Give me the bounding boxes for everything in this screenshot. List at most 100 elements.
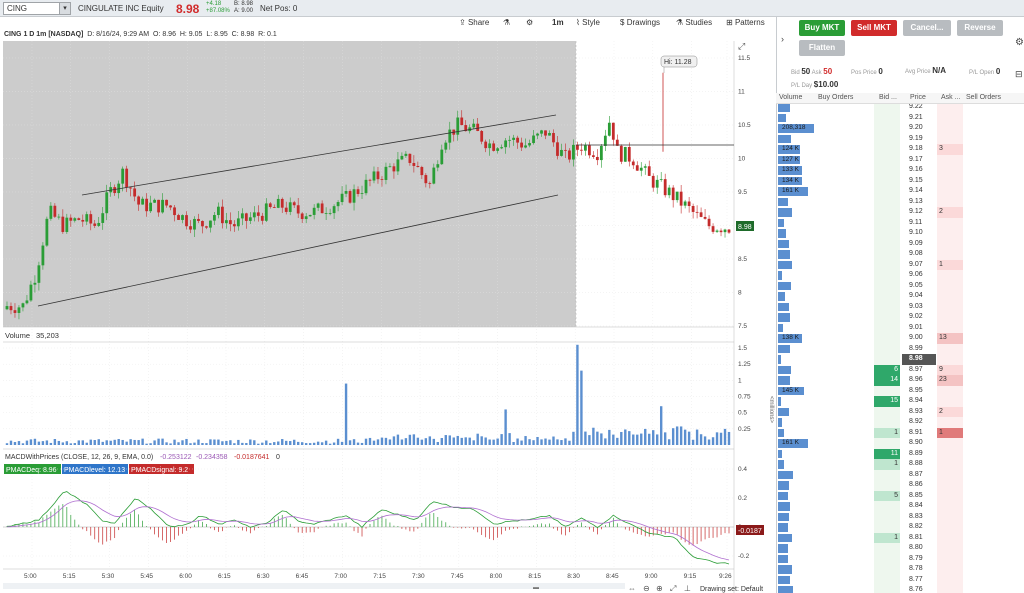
ladder-row[interactable]: 8.89 11 — [776, 448, 1024, 459]
price-cell[interactable]: 9.02 — [902, 312, 936, 323]
bid-cell[interactable] — [874, 133, 900, 144]
price-cell[interactable]: 9.01 — [902, 323, 936, 334]
ask-cell[interactable] — [937, 196, 963, 207]
ladder-row[interactable]: 8.94 15 — [776, 396, 1024, 407]
col-price[interactable]: Price — [910, 94, 926, 101]
timeframe-button[interactable]: 1m — [552, 17, 564, 29]
ladder-row[interactable]: 9.03 — [776, 301, 1024, 312]
price-cell[interactable]: 9.08 — [902, 249, 936, 260]
ladder-row[interactable]: 9.02 — [776, 312, 1024, 323]
ladder-row[interactable]: 8.79 — [776, 553, 1024, 565]
sell-market-button[interactable]: Sell MKT — [851, 20, 897, 36]
ask-cell[interactable] — [937, 312, 963, 323]
col-bid-size[interactable]: Bid ... — [879, 94, 897, 101]
price-cell[interactable]: 9.11 — [902, 218, 936, 229]
ask-cell[interactable] — [937, 511, 963, 522]
price-cell[interactable]: 8.84 — [902, 501, 936, 512]
gear-icon[interactable]: ⚙ — [526, 17, 533, 29]
studies-button[interactable]: ⚗ Studies — [676, 17, 712, 29]
bid-cell[interactable] — [874, 333, 900, 344]
price-cell[interactable]: 8.99 — [902, 344, 936, 355]
ask-cell[interactable] — [937, 238, 963, 249]
ladder-row[interactable]: 9.21 — [776, 112, 1024, 123]
zoom-icon[interactable]: ⤢ — [737, 41, 745, 51]
ladder-row[interactable]: 161 K 9.14 — [776, 186, 1024, 197]
ladder-row[interactable]: 9.06 — [776, 270, 1024, 281]
collapse-chevron-icon[interactable]: › — [781, 34, 784, 44]
price-cell[interactable]: 8.79 — [902, 554, 936, 565]
reverse-button[interactable]: Reverse — [957, 20, 1003, 36]
buy-market-button[interactable]: Buy MKT — [799, 20, 845, 36]
ladder-row[interactable]: 8.77 — [776, 574, 1024, 586]
ladder-row[interactable]: 8.99 — [776, 343, 1024, 355]
price-cell[interactable]: 9.10 — [902, 228, 936, 239]
ask-cell[interactable] — [937, 322, 963, 333]
ladder-row[interactable]: 9.10 — [776, 228, 1024, 239]
pan-icon[interactable]: ⇔ — [628, 584, 636, 593]
price-cell[interactable]: 9.05 — [902, 281, 936, 292]
ladder-row[interactable]: 8.80 — [776, 543, 1024, 554]
ladder-row[interactable]: 8.82 — [776, 522, 1024, 533]
price-cell[interactable]: 8.93 — [902, 407, 936, 418]
ask-cell[interactable] — [937, 104, 963, 113]
price-cell[interactable]: 8.81 — [902, 533, 936, 544]
drawings-button[interactable]: $ Drawings — [620, 17, 660, 29]
bid-cell[interactable] — [874, 406, 900, 417]
ask-cell[interactable] — [937, 112, 963, 123]
style-button[interactable]: ⌇ Style — [576, 17, 600, 29]
bid-cell[interactable] — [874, 322, 900, 333]
price-cell[interactable]: 9.19 — [902, 134, 936, 145]
ladder-row[interactable]: 161 K 8.90 — [776, 438, 1024, 449]
ladder-row[interactable]: 9.04 — [776, 291, 1024, 302]
bid-cell[interactable] — [874, 574, 900, 585]
price-cell[interactable]: 8.80 — [902, 543, 936, 554]
bid-cell[interactable] — [874, 112, 900, 123]
bid-cell[interactable] — [874, 501, 900, 512]
ladder-row[interactable]: 9.11 — [776, 217, 1024, 229]
ladder-row[interactable]: 145 K 8.95 — [776, 385, 1024, 396]
ladder-row[interactable]: 8.85 5 — [776, 490, 1024, 501]
bid-cell[interactable] — [874, 553, 900, 564]
share-button[interactable]: ⇪ Share — [459, 17, 489, 29]
bid-cell[interactable] — [874, 343, 900, 354]
bid-cell[interactable] — [874, 543, 900, 554]
ladder-row[interactable]: 9.01 — [776, 322, 1024, 334]
ladder-row[interactable]: 8.96 14 23 — [776, 375, 1024, 386]
bid-cell[interactable] — [874, 259, 900, 270]
price-cell[interactable]: 8.77 — [902, 575, 936, 586]
price-cell[interactable]: 9.22 — [902, 104, 936, 113]
ask-cell[interactable] — [937, 490, 963, 501]
col-sell-orders[interactable]: Sell Orders — [966, 94, 1001, 101]
ask-cell[interactable] — [937, 501, 963, 512]
bid-cell[interactable] — [874, 207, 900, 218]
ladder-row[interactable]: 8.76 — [776, 585, 1024, 593]
ask-cell[interactable] — [937, 175, 963, 186]
price-cell[interactable]: 8.83 — [902, 512, 936, 523]
ask-cell[interactable] — [937, 574, 963, 585]
bid-cell[interactable] — [874, 564, 900, 575]
ask-cell[interactable] — [937, 301, 963, 312]
price-cell[interactable]: 9.17 — [902, 155, 936, 166]
price-cell[interactable]: 9.06 — [902, 270, 936, 281]
ladder-row[interactable]: 8.91 1 1 — [776, 427, 1024, 438]
ask-cell[interactable] — [937, 448, 963, 459]
zoom-out-icon[interactable]: ⊖ — [643, 584, 650, 593]
pin-icon[interactable]: ⊥ — [684, 584, 691, 593]
ask-cell[interactable] — [937, 217, 963, 228]
bid-cell[interactable] — [874, 196, 900, 207]
zoom-in-icon[interactable]: ⊕ — [656, 584, 663, 593]
ladder-row[interactable]: 9.19 — [776, 133, 1024, 145]
ask-cell[interactable] — [937, 291, 963, 302]
ask-cell[interactable] — [937, 543, 963, 554]
ladder-row[interactable]: 208,318 9.20 — [776, 123, 1024, 134]
price-cell[interactable]: 9.12 — [902, 207, 936, 218]
price-cell[interactable]: 8.82 — [902, 522, 936, 533]
ask-cell[interactable] — [937, 585, 963, 593]
ladder-row[interactable]: 138 K 9.00 13 — [776, 333, 1024, 344]
bid-cell[interactable] — [874, 249, 900, 260]
gear-icon[interactable]: ⚙ — [1015, 37, 1024, 48]
bid-cell[interactable] — [874, 104, 900, 113]
bid-cell[interactable] — [874, 123, 900, 134]
bid-cell[interactable] — [874, 522, 900, 533]
col-ask-size[interactable]: Ask ... — [941, 94, 960, 101]
